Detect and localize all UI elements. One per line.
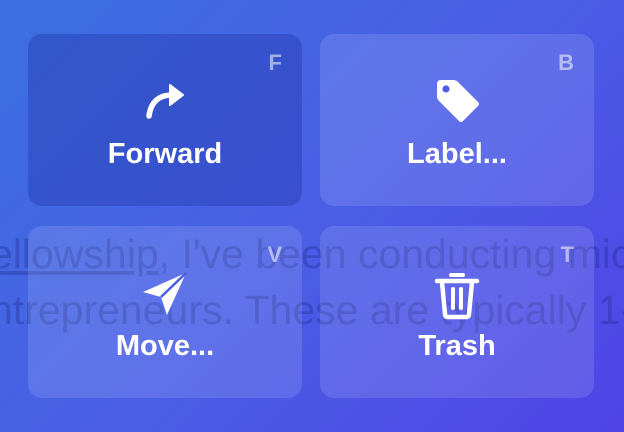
forward-shortcut: F: [268, 50, 282, 75]
forward-button[interactable]: F Forward: [28, 34, 302, 206]
forward-label: Forward: [107, 138, 223, 170]
move-button[interactable]: V Move...: [28, 226, 302, 398]
trash-label: Trash: [418, 330, 496, 362]
trash-button[interactable]: T Trash: [320, 226, 594, 398]
paper-plane-icon: [139, 268, 191, 320]
tag-icon: [431, 76, 483, 128]
forward-arrow-icon: [139, 76, 191, 128]
label-button[interactable]: B Label...: [320, 34, 594, 206]
label-label: Label...: [407, 138, 507, 170]
trash-shortcut: T: [560, 242, 574, 267]
trash-icon: [431, 268, 483, 320]
label-shortcut: B: [558, 50, 574, 75]
move-shortcut: V: [267, 242, 282, 267]
move-label: Move...: [115, 330, 215, 362]
